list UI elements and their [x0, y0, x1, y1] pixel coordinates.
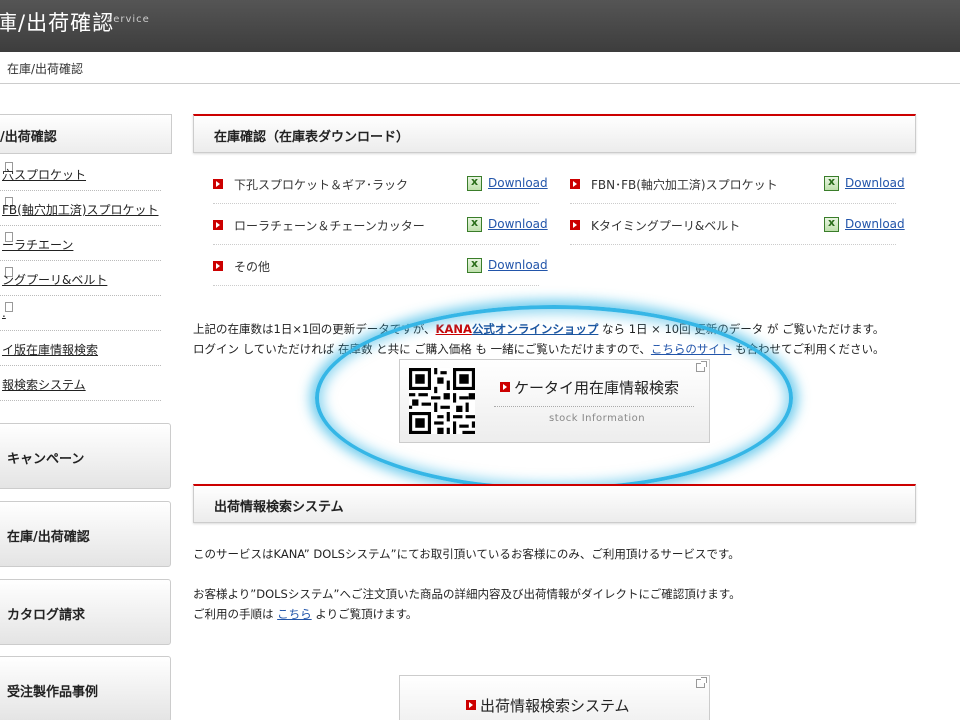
shipping-text-3: ご利用の手順は こちら よりご覧頂けます。 [193, 606, 417, 622]
page-heading: 庫/出荷確認 [0, 11, 115, 35]
shipping-section-heading: 出荷情報検索システム [193, 484, 916, 523]
shipping-system-card[interactable]: 出荷情報検索システム [399, 675, 710, 720]
card-divider [494, 406, 694, 407]
sidebar-button-custom-works[interactable]: 受注製作品事例 [0, 656, 171, 720]
sidebar-heading: /出荷確認 [0, 114, 172, 154]
arrow-bullet-icon [466, 700, 476, 710]
sidebar-heading-label: /出荷確認 [0, 130, 57, 145]
top-bar: 庫/出荷確認 service [0, 0, 960, 52]
stock-section-title: 在庫確認（在庫表ダウンロード） [214, 130, 410, 145]
sidebar-button-label: 受注製作品事例 [7, 685, 99, 700]
excel-icon[interactable] [467, 175, 482, 191]
sidebar-item-fb-sprocket[interactable]: FB(軸穴加工済)スプロケット [0, 191, 161, 226]
notice-text: ログイン していただければ 在庫数 と共に ご購入価格 も 一緒にご覧いただけま… [193, 342, 651, 356]
mobile-stock-title[interactable]: ケータイ用在庫情報検索 [500, 377, 679, 398]
excel-icon[interactable] [467, 257, 482, 273]
sidebar-item-label[interactable]: イ版在庫情報検索 [2, 341, 98, 358]
mobile-stock-title-text[interactable]: ケータイ用在庫情報検索 [514, 379, 679, 397]
this-site-link[interactable]: こちらのサイト [651, 342, 732, 356]
external-link-icon [696, 361, 707, 372]
sidebar-button-stock[interactable]: 在庫/出荷確認 [0, 501, 171, 567]
sidebar-item-label[interactable]: 報検索システム [2, 376, 86, 393]
sidebar-item-roller-chain[interactable]: ーラチエーン [0, 226, 161, 261]
download-row-label: FBN･FB(軸穴加工済)スプロケット [591, 178, 778, 192]
sidebar-button-campaign[interactable]: キャンペーン [0, 423, 171, 489]
shipping-text: よりご覧頂けます。 [311, 607, 418, 621]
bullet-icon [213, 261, 223, 271]
external-link-icon [696, 677, 707, 688]
sidebar-button-catalog[interactable]: カタログ請求 [0, 579, 171, 645]
kana-brand-link[interactable]: KANA [436, 322, 472, 336]
notice-text: 上記の在庫数は1日×1回の更新データですが、 [193, 322, 436, 336]
page-heading-sub: service [107, 14, 150, 25]
qr-code-icon [409, 368, 475, 434]
excel-icon[interactable] [467, 216, 482, 232]
shipping-system-title-text[interactable]: 出荷情報検索システム [480, 697, 630, 715]
sidebar-button-label: 在庫/出荷確認 [7, 530, 90, 545]
download-link[interactable]: Download [845, 217, 905, 231]
download-link[interactable]: Download [488, 176, 548, 190]
sidebar-item-mobile-stock[interactable]: イ版在庫情報検索 [0, 331, 161, 366]
sidebar-button-label: キャンペーン [7, 452, 85, 467]
document-icon [5, 302, 13, 312]
download-row: 下孔スプロケット＆ギア･ラック Download [213, 163, 548, 204]
sidebar-item-timing-pulley[interactable]: ングプーリ&ベルト [0, 261, 161, 296]
excel-icon[interactable] [824, 216, 839, 232]
download-row-label: ローラチェーン＆チェーンカッター [234, 219, 425, 233]
procedure-link[interactable]: こちら [277, 607, 312, 621]
sidebar-item-label[interactable]: FB(軸穴加工済)スプロケット [2, 201, 159, 218]
sidebar-item-label[interactable]: ーラチエーン [2, 236, 73, 253]
sidebar-item-label[interactable]: 穴スプロケット [2, 166, 86, 183]
download-link[interactable]: Download [488, 258, 548, 272]
mobile-stock-subtitle: stock Information [549, 413, 646, 424]
arrow-bullet-icon [500, 382, 510, 392]
bullet-icon [213, 179, 223, 189]
breadcrumb: 在庫/出荷確認 [7, 62, 84, 76]
stock-section-heading: 在庫確認（在庫表ダウンロード） [193, 114, 916, 153]
sidebar-item-sprocket[interactable]: 穴スプロケット [0, 156, 161, 191]
download-link[interactable]: Download [845, 176, 905, 190]
shipping-system-title[interactable]: 出荷情報検索システム [466, 695, 630, 716]
breadcrumb-divider [0, 83, 960, 84]
shipping-text: ご利用の手順は [193, 607, 278, 621]
notice-line-2: ログイン していただければ 在庫数 と共に ご購入価格 も 一緒にご覧いただけま… [193, 341, 885, 357]
sidebar-item-label[interactable]: . [2, 306, 6, 320]
bullet-icon [213, 220, 223, 230]
download-row: ローラチェーン＆チェーンカッター Download [213, 204, 548, 245]
notice-line-1: 上記の在庫数は1日×1回の更新データですが、KANA公式オンラインショップ なら… [193, 321, 884, 337]
bullet-icon [570, 220, 580, 230]
download-row-label: 下孔スプロケット＆ギア･ラック [234, 178, 409, 192]
notice-text: も合わせてご利用ください。 [731, 342, 885, 356]
excel-icon[interactable] [824, 175, 839, 191]
notice-text: なら 1日 × 10回 更新のデータ が ご覧いただけます。 [598, 322, 885, 336]
download-row: その他 Download [213, 245, 548, 286]
download-row: FBN･FB(軸穴加工済)スプロケット Download [570, 163, 905, 204]
download-link[interactable]: Download [488, 217, 548, 231]
sidebar-item-other[interactable]: . [0, 296, 161, 331]
sidebar-item-label[interactable]: ングプーリ&ベルト [2, 271, 107, 288]
shipping-text-2: お客様より”DOLSシステム”へご注文頂いた商品の詳細内容及び出荷情報がダイレク… [193, 587, 741, 601]
sidebar-button-label: カタログ請求 [7, 608, 86, 623]
download-row-label: その他 [234, 260, 271, 274]
shipping-text-1: このサービスはKANA” DOLSシステム”にてお取引頂いているお客様にのみ、ご… [193, 547, 740, 561]
bullet-icon [570, 179, 580, 189]
download-row: Kタイミングプーリ&ベルト Download [570, 204, 905, 245]
online-shop-link[interactable]: 公式オンラインショップ [472, 322, 599, 336]
mobile-stock-card[interactable]: ケータイ用在庫情報検索 stock Information [399, 359, 710, 443]
sidebar-item-shipping-system[interactable]: 報検索システム [0, 366, 161, 401]
shipping-section-title: 出荷情報検索システム [214, 500, 344, 515]
download-row-label: Kタイミングプーリ&ベルト [591, 219, 741, 233]
